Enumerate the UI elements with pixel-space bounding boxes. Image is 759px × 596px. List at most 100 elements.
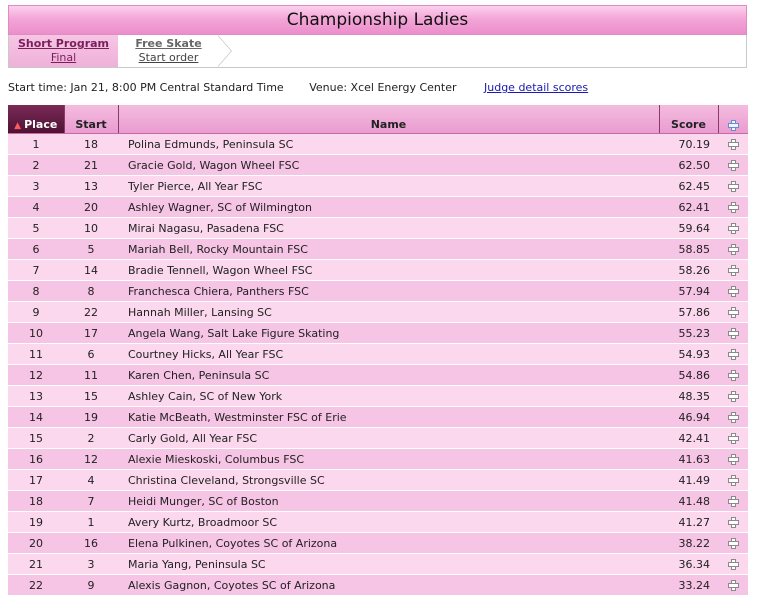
row-expand-cell[interactable]	[718, 364, 748, 386]
row-name: Franchesca Chiera, Panthers FSC	[118, 280, 659, 302]
row-place: 17	[8, 469, 64, 491]
expand-plus-icon[interactable]	[727, 370, 739, 381]
row-start: 16	[64, 532, 118, 554]
row-place: 7	[8, 259, 64, 281]
row-expand-cell[interactable]	[718, 553, 748, 575]
row-score: 57.86	[659, 301, 718, 323]
row-score: 54.93	[659, 343, 718, 365]
tab-short-program[interactable]: Short Program Final	[9, 35, 118, 67]
expand-plus-icon[interactable]	[727, 517, 739, 528]
row-expand-cell[interactable]	[718, 469, 748, 491]
row-expand-cell[interactable]	[718, 154, 748, 176]
tab-short-program-final-link[interactable]: Final	[9, 51, 118, 64]
expand-plus-icon[interactable]	[727, 433, 739, 444]
row-name: Angela Wang, Salt Lake Figure Skating	[118, 322, 659, 344]
row-name: Avery Kurtz, Broadmoor SC	[118, 511, 659, 533]
row-expand-cell[interactable]	[718, 490, 748, 512]
tab-free-skate-label[interactable]: Free Skate	[118, 37, 219, 50]
row-expand-cell[interactable]	[718, 532, 748, 554]
row-score: 62.50	[659, 154, 718, 176]
column-header-name[interactable]: Name	[118, 105, 660, 134]
row-expand-cell[interactable]	[718, 280, 748, 302]
expand-plus-icon[interactable]	[727, 412, 739, 423]
row-place: 18	[8, 490, 64, 512]
row-expand-cell[interactable]	[718, 217, 748, 239]
table-row: 19 1 Avery Kurtz, Broadmoor SC 41.27	[8, 511, 748, 533]
expand-plus-icon[interactable]	[727, 454, 739, 465]
row-start: 18	[64, 133, 118, 155]
expand-plus-icon[interactable]	[727, 181, 739, 192]
row-expand-cell[interactable]	[718, 427, 748, 449]
row-start: 9	[64, 574, 118, 596]
expand-plus-icon[interactable]	[727, 475, 739, 486]
table-row: 8 8 Franchesca Chiera, Panthers FSC 57.94	[8, 280, 748, 302]
expand-plus-icon[interactable]	[727, 391, 739, 402]
row-expand-cell[interactable]	[718, 238, 748, 260]
row-expand-cell[interactable]	[718, 406, 748, 428]
tab-free-skate-start-order-link[interactable]: Start order	[118, 51, 219, 64]
row-score: 41.49	[659, 469, 718, 491]
row-score: 36.34	[659, 553, 718, 575]
column-header-place[interactable]: ▲ Place	[8, 105, 65, 134]
row-expand-cell[interactable]	[718, 259, 748, 281]
row-start: 13	[64, 175, 118, 197]
expand-all-icon[interactable]	[727, 119, 739, 131]
row-score: 54.86	[659, 364, 718, 386]
column-header-score[interactable]: Score	[659, 105, 719, 134]
table-row: 1 18 Polina Edmunds, Peninsula SC 70.19	[8, 133, 748, 155]
expand-plus-icon[interactable]	[727, 244, 739, 255]
row-place: 3	[8, 175, 64, 197]
row-place: 22	[8, 574, 64, 596]
row-place: 13	[8, 385, 64, 407]
row-start: 17	[64, 322, 118, 344]
expand-plus-icon[interactable]	[727, 160, 739, 171]
row-score: 41.27	[659, 511, 718, 533]
column-header-place-label: Place	[24, 118, 58, 131]
row-place: 1	[8, 133, 64, 155]
expand-plus-icon[interactable]	[727, 559, 739, 570]
expand-plus-icon[interactable]	[727, 307, 739, 318]
table-row: 18 7 Heidi Munger, SC of Boston 41.48	[8, 490, 748, 512]
table-row: 22 9 Alexis Gagnon, Coyotes SC of Arizona 3…	[8, 574, 748, 596]
expand-plus-icon[interactable]	[727, 202, 739, 213]
expand-plus-icon[interactable]	[727, 328, 739, 339]
row-expand-cell[interactable]	[718, 196, 748, 218]
row-expand-cell[interactable]	[718, 574, 748, 596]
expand-plus-icon[interactable]	[727, 223, 739, 234]
table-row: 6 5 Mariah Bell, Rocky Mountain FSC 58.85	[8, 238, 748, 260]
row-expand-cell[interactable]	[718, 133, 748, 155]
tab-short-program-label[interactable]: Short Program	[9, 37, 118, 50]
page-title: Championship Ladies	[8, 5, 747, 35]
expand-plus-icon[interactable]	[727, 286, 739, 297]
row-score: 62.45	[659, 175, 718, 197]
row-expand-cell[interactable]	[718, 343, 748, 365]
row-name: Elena Pulkinen, Coyotes SC of Arizona	[118, 532, 659, 554]
row-expand-cell[interactable]	[718, 511, 748, 533]
expand-plus-icon[interactable]	[727, 496, 739, 507]
row-place: 2	[8, 154, 64, 176]
row-expand-cell[interactable]	[718, 448, 748, 470]
column-header-expand-all[interactable]	[718, 105, 748, 134]
row-score: 70.19	[659, 133, 718, 155]
judge-detail-scores-link[interactable]: Judge detail scores	[484, 81, 588, 94]
row-start: 6	[64, 343, 118, 365]
row-name: Carly Gold, All Year FSC	[118, 427, 659, 449]
event-info: Start time: Jan 21, 8:00 PM Central Stan…	[8, 81, 610, 95]
row-expand-cell[interactable]	[718, 301, 748, 323]
expand-plus-icon[interactable]	[727, 538, 739, 549]
table-row: 17 4 Christina Cleveland, Strongsville SC 4…	[8, 469, 748, 491]
column-header-start[interactable]: Start	[64, 105, 119, 134]
expand-plus-icon[interactable]	[727, 139, 739, 150]
row-name: Katie McBeath, Westminster FSC of Erie	[118, 406, 659, 428]
row-place: 20	[8, 532, 64, 554]
tab-free-skate[interactable]: Free Skate Start order	[118, 35, 219, 67]
row-expand-cell[interactable]	[718, 175, 748, 197]
row-name: Alexie Mieskoski, Columbus FSC	[118, 448, 659, 470]
expand-plus-icon[interactable]	[727, 349, 739, 360]
row-score: 62.41	[659, 196, 718, 218]
row-expand-cell[interactable]	[718, 385, 748, 407]
expand-plus-icon[interactable]	[727, 265, 739, 276]
row-expand-cell[interactable]	[718, 322, 748, 344]
row-place: 10	[8, 322, 64, 344]
row-place: 8	[8, 280, 64, 302]
